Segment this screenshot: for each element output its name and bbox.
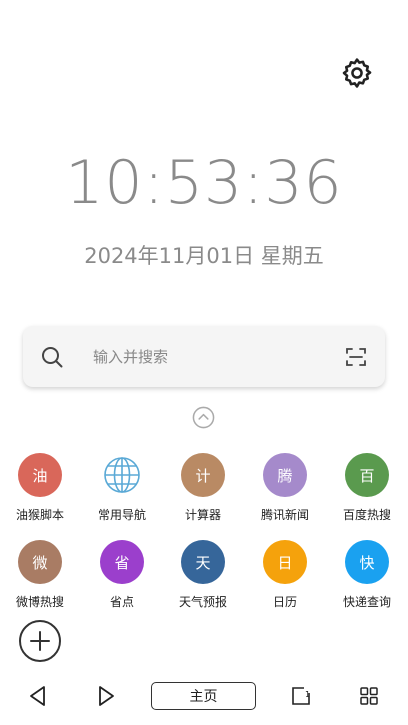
app-label: 省点: [109, 595, 134, 609]
app-calendar[interactable]: 日 日历: [245, 540, 325, 610]
app-icon: 日: [263, 540, 307, 584]
back-arrow-icon: [30, 686, 45, 706]
app-icon: 腾: [263, 453, 307, 497]
tabs-button[interactable]: 1: [289, 684, 313, 708]
app-icon: 省: [100, 540, 144, 584]
apps-grid-button[interactable]: [357, 684, 381, 708]
app-icon: 微: [18, 540, 62, 584]
app-tencent-news[interactable]: 腾 腾讯新闻: [245, 453, 325, 523]
home-button[interactable]: 主页: [151, 682, 256, 710]
app-weather[interactable]: 天 天气预报: [163, 540, 243, 610]
app-navigation[interactable]: 常用导航: [82, 453, 162, 523]
app-baidu-hot[interactable]: 百 百度热搜: [327, 453, 407, 523]
app-icon: 百: [345, 453, 389, 497]
app-label: 常用导航: [97, 508, 146, 522]
scan-icon[interactable]: [344, 345, 368, 369]
globe-icon: [100, 453, 144, 497]
clock-time: 10:53:36: [65, 148, 343, 218]
app-shengdian[interactable]: 省 省点: [82, 540, 162, 610]
app-icon: 油: [18, 453, 62, 497]
app-label: 百度热搜: [342, 508, 391, 522]
tabs-icon: 1: [292, 687, 310, 705]
forward-arrow-icon: [99, 686, 114, 706]
app-calculator[interactable]: 计 计算器: [163, 453, 243, 523]
settings-button[interactable]: [338, 54, 376, 92]
search-bar[interactable]: [23, 326, 385, 387]
forward-button[interactable]: [94, 684, 118, 708]
plus-icon: [30, 631, 50, 651]
app-label: 微博热搜: [15, 595, 64, 609]
app-label: 快递查询: [342, 595, 391, 609]
search-icon[interactable]: [40, 345, 64, 369]
search-input[interactable]: [91, 346, 315, 367]
app-label: 油猴脚本: [15, 508, 64, 522]
bottom-navbar: 主页 1: [0, 678, 408, 718]
app-weibo-hot[interactable]: 微 微博热搜: [0, 540, 80, 610]
grid-icon: [360, 687, 378, 705]
app-express[interactable]: 快 快递查询: [327, 540, 407, 610]
app-label: 腾讯新闻: [260, 508, 309, 522]
app-icon: 天: [181, 540, 225, 584]
svg-text:1: 1: [305, 690, 310, 699]
app-label: 日历: [272, 595, 297, 609]
chevron-up-icon[interactable]: [192, 406, 215, 429]
app-label: 计算器: [184, 508, 221, 522]
gear-icon: [342, 58, 372, 88]
app-tampermonkey[interactable]: 油 油猴脚本: [0, 453, 80, 523]
app-icon: 计: [181, 453, 225, 497]
add-app-button[interactable]: [19, 620, 61, 662]
back-button[interactable]: [26, 684, 50, 708]
clock-date: 2024年11月01日 星期五: [84, 244, 324, 268]
app-icon: 快: [345, 540, 389, 584]
app-label: 天气预报: [178, 595, 227, 609]
